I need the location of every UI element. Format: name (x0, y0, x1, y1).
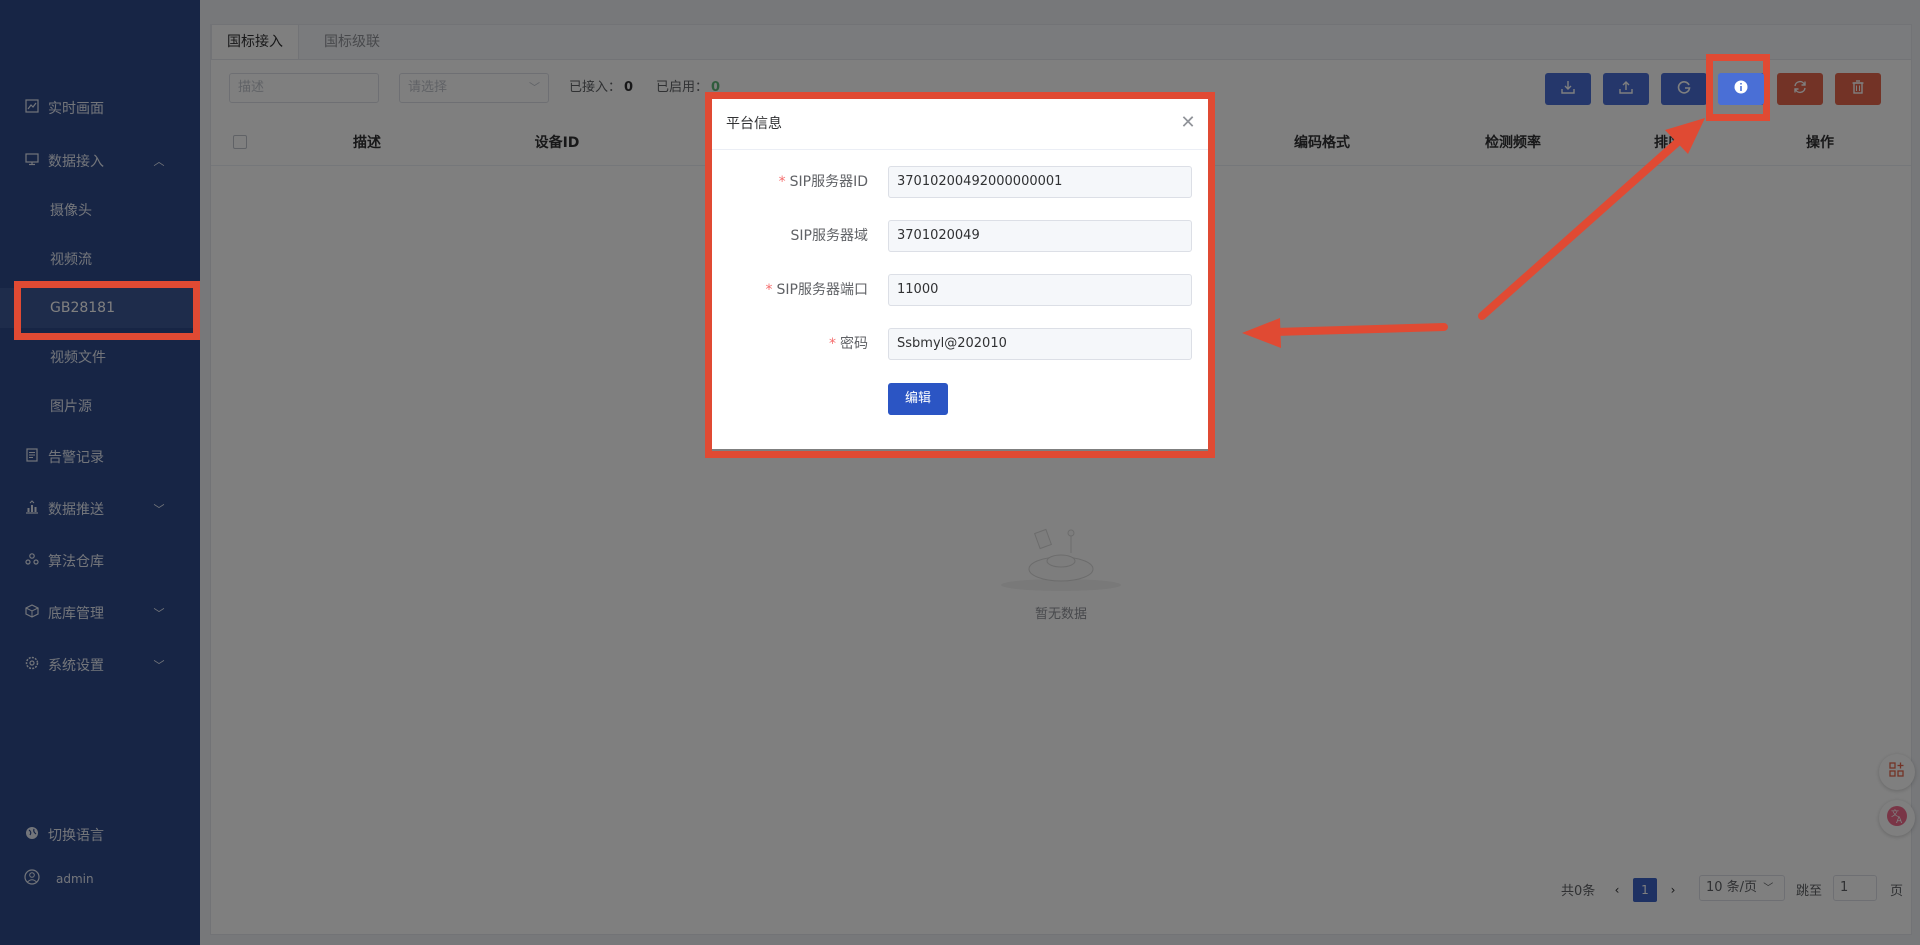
close-icon[interactable]: ✕ (1178, 113, 1198, 133)
platform-info-button-highlighted[interactable] (1718, 73, 1764, 105)
dialog-title: 平台信息 (726, 116, 782, 132)
sip-server-id-label-text: SIP服务器ID (789, 174, 868, 190)
sip-server-domain-label: SIP服务器域 (791, 220, 868, 252)
sip-server-domain-field[interactable]: 3701020049 (888, 220, 1192, 252)
required-mark: * (778, 174, 786, 190)
info-icon (1734, 80, 1748, 98)
sip-server-id-field[interactable]: 37010200492000000001 (888, 166, 1192, 198)
required-mark: * (829, 336, 836, 352)
annotation-highlight-gb28181 (14, 281, 200, 340)
password-field[interactable]: Ssbmyl@202010 (888, 328, 1192, 360)
password-label-text: 密码 (840, 336, 868, 352)
password-label: * 密码 (829, 328, 868, 360)
sip-server-port-label-text: SIP服务器端口 (776, 282, 868, 298)
required-mark: * (765, 282, 773, 298)
dialog-header: 平台信息 ✕ (712, 99, 1208, 150)
edit-button[interactable]: 编辑 (888, 383, 948, 415)
sip-server-port-field[interactable]: 11000 (888, 274, 1192, 306)
sip-server-port-label: * SIP服务器端口 (766, 274, 868, 306)
sip-server-id-label: * SIP服务器ID (779, 166, 868, 198)
sip-server-domain-label-text: SIP服务器域 (790, 228, 868, 244)
platform-info-dialog: 平台信息 ✕ * SIP服务器ID 37010200492000000001 SI… (712, 99, 1208, 449)
